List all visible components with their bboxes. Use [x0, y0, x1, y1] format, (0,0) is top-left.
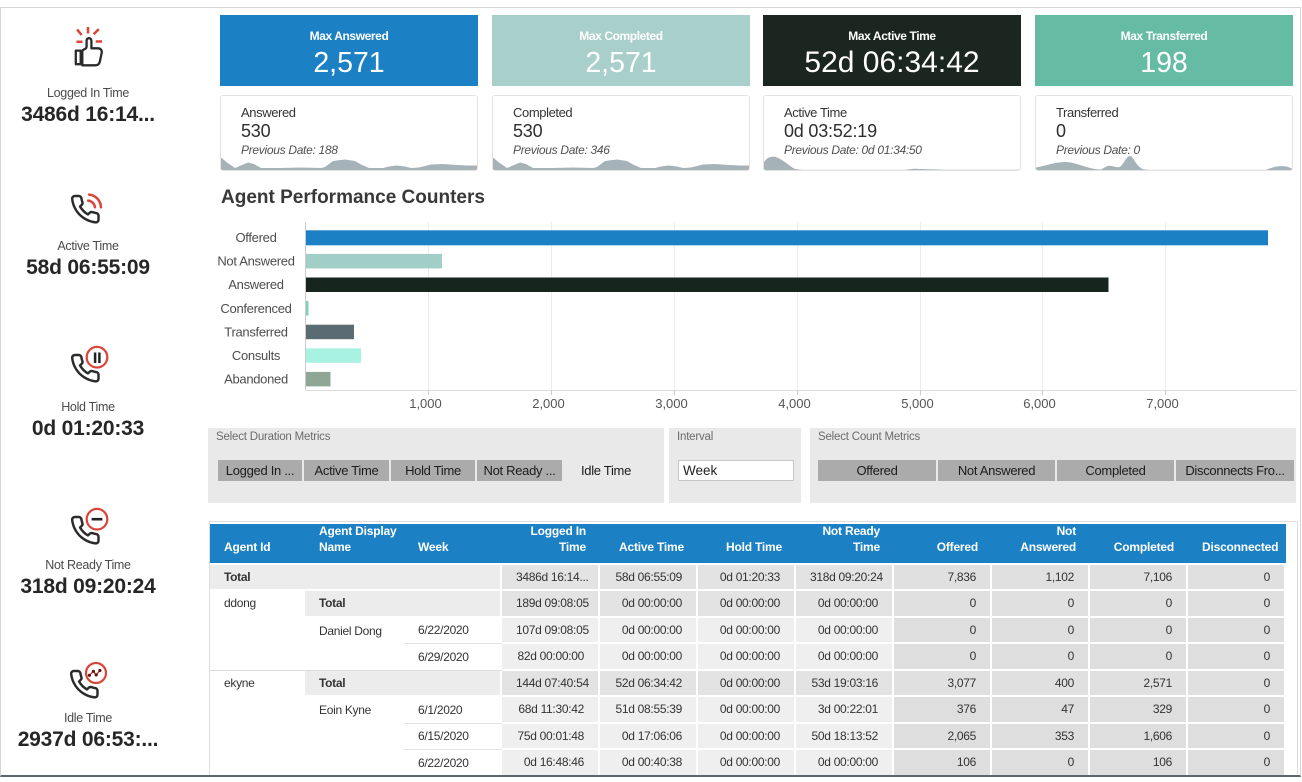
svg-text:Transferred: Transferred [224, 324, 287, 339]
svg-text:Conferenced: Conferenced [220, 301, 291, 316]
svg-text:3,000: 3,000 [655, 396, 688, 411]
svg-text:5,000: 5,000 [901, 396, 934, 411]
svg-text:Answered: Answered [228, 277, 283, 292]
svg-text:Offered: Offered [235, 230, 276, 245]
svg-text:Abandoned: Abandoned [224, 372, 288, 387]
svg-text:4,000: 4,000 [778, 396, 811, 411]
svg-text:Not Answered: Not Answered [217, 254, 294, 269]
svg-text:Consults: Consults [232, 348, 281, 363]
svg-text:1,000: 1,000 [409, 396, 442, 411]
svg-text:7,000: 7,000 [1146, 396, 1179, 411]
svg-text:6,000: 6,000 [1023, 396, 1056, 411]
svg-text:2,000: 2,000 [532, 396, 565, 411]
